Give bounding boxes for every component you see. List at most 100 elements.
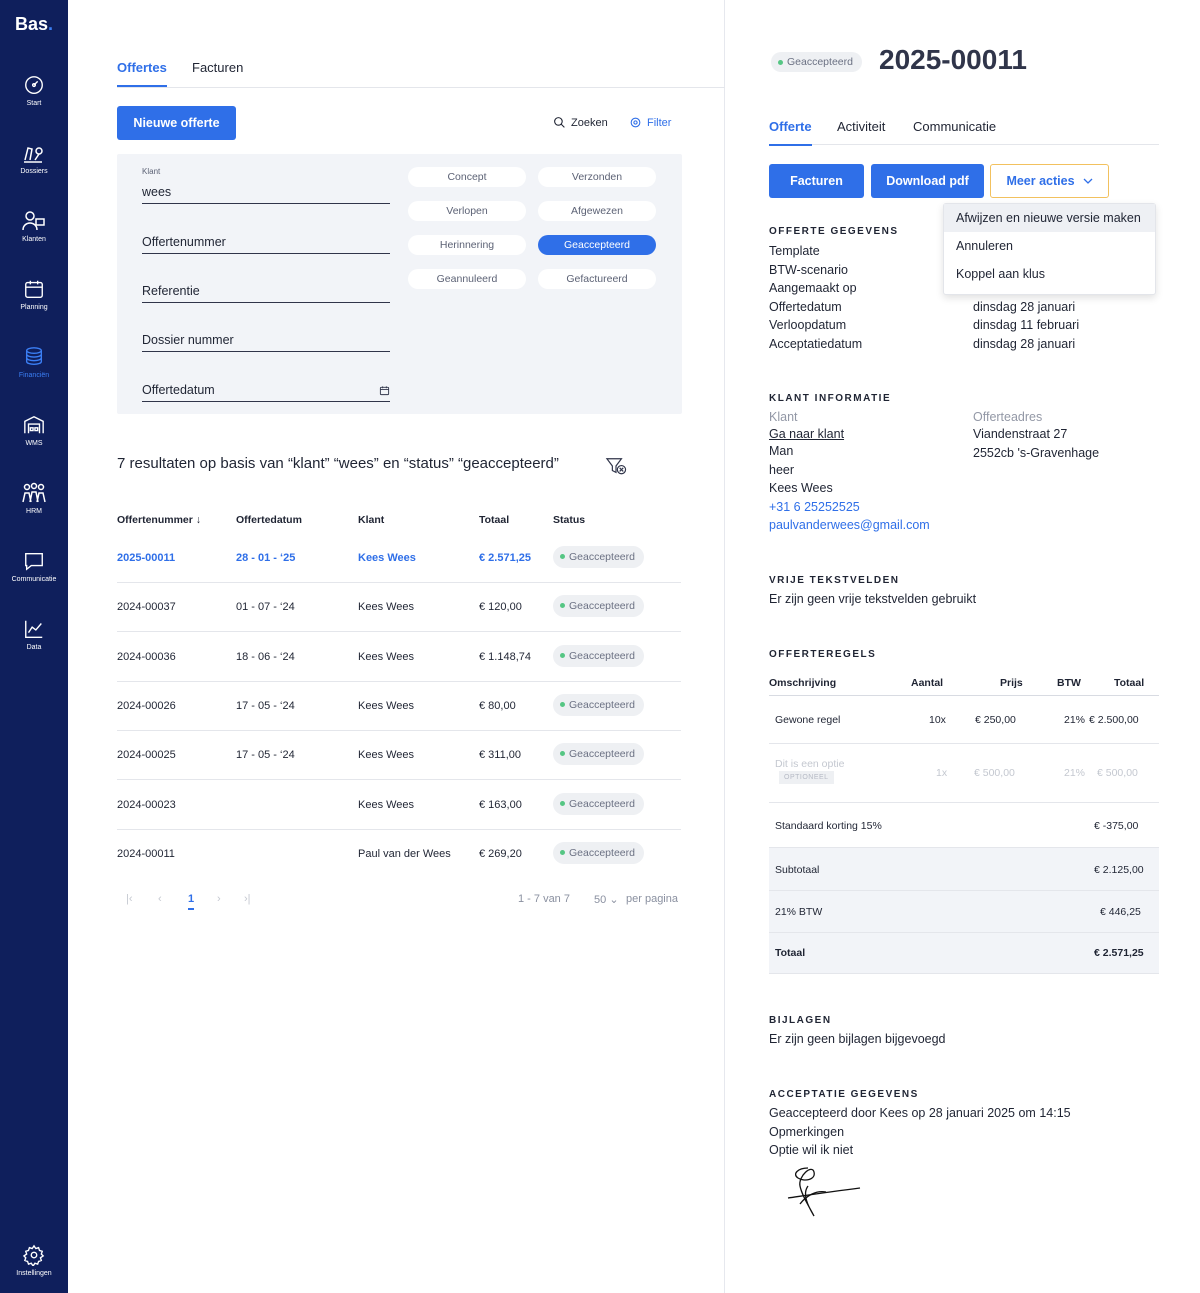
per-page-select[interactable]: 50 ⌄ [594,893,619,906]
chip-concept[interactable]: Concept [408,167,526,187]
table-row[interactable]: 2024-00037 01 - 07 - ‘24 Kees Wees € 120… [117,583,681,632]
nav-label: Start [26,100,42,107]
more-actions-menu: Afwijzen en nieuwe versie maken Annulere… [943,203,1156,295]
menu-item-reject-new-version[interactable]: Afwijzen en nieuwe versie maken [944,204,1155,232]
dossier-field[interactable]: Dossier nummer [142,328,390,352]
calendar-icon [25,280,43,298]
customer-email-link[interactable]: paulvanderwees@gmail.com [769,518,930,532]
chat-icon [25,552,43,571]
line-btw: 21% [1064,714,1086,726]
table-row[interactable]: 2024-00011 Paul van der Wees € 269,20 Ge… [117,830,681,879]
klant-field[interactable]: Klant wees [142,167,390,204]
first-page-icon[interactable]: |‹ [126,893,133,905]
klant-value: wees [142,185,172,199]
download-pdf-button[interactable]: Download pdf [871,164,984,198]
offertedatum-field[interactable]: Offertedatum [142,378,390,402]
offertedatum-placeholder: Offertedatum [142,383,215,397]
status-badge: Geaccepteerd [553,546,644,568]
go-to-customer-link[interactable]: Ga naar klant [769,427,844,441]
per-page-value: 50 [594,894,607,906]
table-row[interactable]: 2024-00036 18 - 06 - ‘24 Kees Wees € 1.1… [117,633,681,682]
status-badge: Geaccepteerd [553,793,644,815]
cell-nr: 2024-00025 [117,749,176,761]
tab-offertes[interactable]: Offertes [117,60,167,87]
dossiers-icon [24,147,43,163]
section-heading: KLANT INFORMATIE [769,393,892,404]
line-totaal: € 2.500,00 [1089,714,1139,726]
section-heading: OFFERTEREGELS [769,649,877,660]
col-totaal: Totaal [1114,677,1145,689]
quote-line-row[interactable]: Gewone regel 10x € 250,00 21% € 2.500,00 [769,697,1159,744]
offertenummer-field[interactable]: Offertenummer [142,230,390,254]
nav-communicatie[interactable]: Communicatie [0,550,68,583]
col-totaal[interactable]: Totaal [479,514,509,526]
customer-gender: Man [769,444,794,458]
menu-item-cancel[interactable]: Annuleren [944,232,1155,260]
chip-geaccepteerd[interactable]: Geaccepteerd [538,235,656,255]
search-button[interactable]: Zoeken [553,116,608,129]
label-btw-scenario: BTW-scenario [769,263,848,277]
chip-verzonden[interactable]: Verzonden [538,167,656,187]
nav-label: Data [26,644,42,651]
menu-item-link-job[interactable]: Koppel aan klus [944,260,1155,288]
nav-start[interactable]: Start [0,74,68,107]
table-row[interactable]: 2025-00011 28 - 01 - ‘25 Kees Wees € 2.5… [117,534,681,583]
value-acceptatiedatum: dinsdag 28 januari [973,337,1076,351]
last-page-icon[interactable]: ›| [244,893,251,905]
optional-badge: OPTIONEEL [779,771,834,784]
chip-geannuleerd[interactable]: Geannuleerd [408,269,526,289]
discount-value: € -375,00 [1094,820,1139,832]
filter-button[interactable]: Filter [629,116,671,129]
cell-totaal: € 2.571,25 [479,552,531,564]
nav-financien[interactable]: Financiën [0,346,68,379]
col-offertedatum[interactable]: Offertedatum [236,514,302,526]
chevron-down-icon [1083,178,1093,184]
cell-nr: 2024-00023 [117,799,176,811]
next-page-icon[interactable]: › [217,893,221,905]
quote-line-row[interactable]: Dit is een optie OPTIONEEL 1x € 500,00 2… [769,744,1159,803]
invoice-button[interactable]: Facturen [769,164,864,198]
tab-activiteit[interactable]: Activiteit [837,119,885,134]
col-klant[interactable]: Klant [358,514,384,526]
cell-totaal: € 269,20 [479,848,522,860]
nav-wms[interactable]: WMS [0,414,68,447]
tab-facturen[interactable]: Facturen [192,60,243,75]
remarks-text: Optie wil ik niet [769,1143,854,1157]
col-status[interactable]: Status [553,514,585,526]
new-offer-button[interactable]: Nieuwe offerte [117,106,236,140]
cell-klant: Kees Wees [358,700,415,712]
customer-phone-link[interactable]: +31 6 25252525 [769,500,860,514]
cell-nr: 2024-00036 [117,651,176,663]
nav-planning[interactable]: Planning [0,278,68,311]
referentie-field[interactable]: Referentie [142,279,390,303]
clear-filter-icon[interactable] [605,456,627,476]
more-actions-button[interactable]: Meer acties [990,164,1109,198]
col-offertenummer[interactable]: Offertenummer ↓ [117,514,201,526]
tab-communicatie[interactable]: Communicatie [913,119,996,134]
team-icon [22,482,46,503]
table-row[interactable]: 2024-00026 17 - 05 - ‘24 Kees Wees € 80,… [117,682,681,731]
cell-datum: 01 - 07 - ‘24 [236,601,295,613]
nav-data[interactable]: Data [0,618,68,651]
attachments-note: Er zijn geen bijlagen bijgevoegd [769,1032,946,1046]
nav-klanten[interactable]: Klanten [0,210,68,243]
table-row[interactable]: 2024-00025 17 - 05 - ‘24 Kees Wees € 311… [117,731,681,780]
total-value: € 2.571,25 [1094,947,1144,959]
table-row[interactable]: 2024-00023 Kees Wees € 163,00 Geacceptee… [117,781,681,830]
chip-herinnering[interactable]: Herinnering [408,235,526,255]
prev-page-icon[interactable]: ‹ [158,893,162,905]
cell-nr: 2024-00037 [117,601,176,613]
nav-hrm[interactable]: HRM [0,482,68,515]
chip-gefactureerd[interactable]: Gefactureerd [538,269,656,289]
chip-afgewezen[interactable]: Afgewezen [538,201,656,221]
calendar-icon[interactable] [379,385,390,396]
nav-instellingen[interactable]: Instellingen [0,1244,68,1277]
tab-offerte[interactable]: Offerte [769,119,812,146]
cell-datum: 28 - 01 - ‘25 [236,552,296,564]
logo[interactable]: Bas. [15,14,53,35]
page-number[interactable]: 1 [188,893,195,910]
nav-dossiers[interactable]: Dossiers [0,142,68,175]
cell-nr: 2024-00011 [117,848,175,860]
chip-verlopen[interactable]: Verlopen [408,201,526,221]
vat-value: € 446,25 [1100,906,1141,918]
